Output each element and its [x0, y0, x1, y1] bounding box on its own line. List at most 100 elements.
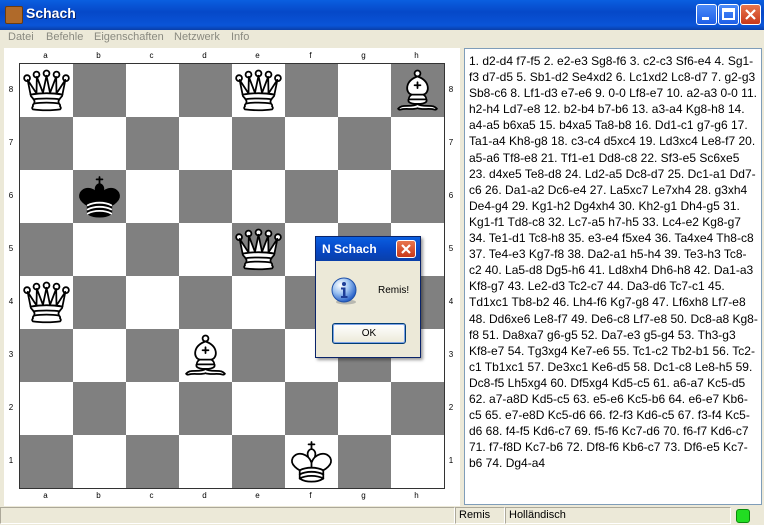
square-d5[interactable]	[179, 223, 232, 276]
square-c2[interactable]	[126, 382, 179, 435]
app-icon	[5, 6, 23, 24]
square-a7[interactable]	[20, 117, 73, 170]
square-b2[interactable]	[73, 382, 126, 435]
white-queen-e5[interactable]	[232, 223, 285, 276]
result-dialog: N Schach Remis! OK	[315, 236, 421, 358]
menu-eigenschaften[interactable]: Eigenschaften	[94, 31, 164, 43]
dialog-title-bar: N Schach	[316, 237, 420, 261]
rank-label-6: 6	[448, 191, 454, 200]
rank-label-6: 6	[8, 191, 14, 200]
square-d1[interactable]	[179, 435, 232, 488]
menu-befehle[interactable]: Befehle	[46, 31, 83, 43]
square-a6[interactable]	[20, 170, 73, 223]
white-queen-a8[interactable]	[20, 64, 73, 117]
menu-netzwerk[interactable]: Netzwerk	[174, 31, 220, 43]
file-label-e: e	[255, 51, 260, 60]
file-label-b: b	[96, 491, 101, 500]
status-led	[736, 509, 750, 523]
square-g1[interactable]	[338, 435, 391, 488]
rank-label-7: 7	[448, 138, 454, 147]
white-queen-a4[interactable]	[20, 276, 73, 329]
square-f6[interactable]	[285, 170, 338, 223]
status-result: Remis	[455, 507, 505, 524]
move-list: 1. d2-d4 f7-f5 2. e2-e3 Sg8-f6 3. c2-c3 …	[469, 54, 758, 471]
square-h6[interactable]	[391, 170, 444, 223]
dialog-title: N Schach	[322, 242, 377, 256]
rank-label-7: 7	[8, 138, 14, 147]
square-h2[interactable]	[391, 382, 444, 435]
square-c5[interactable]	[126, 223, 179, 276]
square-h7[interactable]	[391, 117, 444, 170]
rank-label-5: 5	[448, 244, 454, 253]
close-button[interactable]	[740, 4, 761, 25]
white-king-f1[interactable]	[285, 435, 338, 488]
square-e1[interactable]	[232, 435, 285, 488]
square-a3[interactable]	[20, 329, 73, 382]
square-c8[interactable]	[126, 64, 179, 117]
square-f7[interactable]	[285, 117, 338, 170]
rank-label-3: 3	[448, 350, 454, 359]
menu-datei[interactable]: Datei	[8, 31, 34, 43]
square-d2[interactable]	[179, 382, 232, 435]
rank-label-3: 3	[8, 350, 14, 359]
square-b4[interactable]	[73, 276, 126, 329]
square-h1[interactable]	[391, 435, 444, 488]
square-c7[interactable]	[126, 117, 179, 170]
square-c6[interactable]	[126, 170, 179, 223]
square-e4[interactable]	[232, 276, 285, 329]
status-bar: Remis Holländisch	[0, 506, 764, 525]
square-g6[interactable]	[338, 170, 391, 223]
ok-button[interactable]: OK	[332, 323, 406, 344]
square-a5[interactable]	[20, 223, 73, 276]
square-b3[interactable]	[73, 329, 126, 382]
square-b8[interactable]	[73, 64, 126, 117]
maximize-button[interactable]	[718, 4, 739, 25]
file-label-c: c	[149, 51, 154, 60]
square-b1[interactable]	[73, 435, 126, 488]
square-d7[interactable]	[179, 117, 232, 170]
file-label-b: b	[96, 51, 101, 60]
menu-info[interactable]: Info	[231, 31, 249, 43]
white-bishop-h8[interactable]	[391, 64, 444, 117]
rank-label-4: 4	[448, 297, 454, 306]
square-a1[interactable]	[20, 435, 73, 488]
square-g7[interactable]	[338, 117, 391, 170]
square-c3[interactable]	[126, 329, 179, 382]
square-c1[interactable]	[126, 435, 179, 488]
rank-label-1: 1	[448, 456, 454, 465]
square-g8[interactable]	[338, 64, 391, 117]
square-b7[interactable]	[73, 117, 126, 170]
dialog-close-button[interactable]	[396, 240, 416, 258]
square-d4[interactable]	[179, 276, 232, 329]
maximize-icon	[722, 8, 735, 20]
square-e3[interactable]	[232, 329, 285, 382]
file-label-g: g	[361, 51, 366, 60]
moves-panel[interactable]: 1. d2-d4 f7-f5 2. e2-e3 Sg8-f6 3. c2-c3 …	[464, 48, 762, 505]
file-label-c: c	[149, 491, 154, 500]
square-g2[interactable]	[338, 382, 391, 435]
square-f8[interactable]	[285, 64, 338, 117]
square-a2[interactable]	[20, 382, 73, 435]
rank-label-2: 2	[448, 403, 454, 412]
title-bar: Schach	[0, 0, 764, 30]
rank-label-2: 2	[8, 403, 14, 412]
square-e7[interactable]	[232, 117, 285, 170]
white-bishop-d3[interactable]	[179, 329, 232, 382]
rank-label-4: 4	[8, 297, 14, 306]
white-queen-e8[interactable]	[232, 64, 285, 117]
black-king-b6[interactable]	[73, 170, 126, 223]
square-e2[interactable]	[232, 382, 285, 435]
square-f2[interactable]	[285, 382, 338, 435]
square-d6[interactable]	[179, 170, 232, 223]
square-c4[interactable]	[126, 276, 179, 329]
minimize-button[interactable]	[696, 4, 717, 25]
menu-bar: Datei Befehle Eigenschaften Netzwerk Inf…	[0, 30, 764, 48]
file-label-e: e	[255, 491, 260, 500]
square-b5[interactable]	[73, 223, 126, 276]
status-opening: Holländisch	[505, 507, 731, 524]
file-label-h: h	[414, 51, 419, 60]
minimize-icon	[702, 17, 709, 20]
rank-label-5: 5	[8, 244, 14, 253]
square-e6[interactable]	[232, 170, 285, 223]
square-d8[interactable]	[179, 64, 232, 117]
